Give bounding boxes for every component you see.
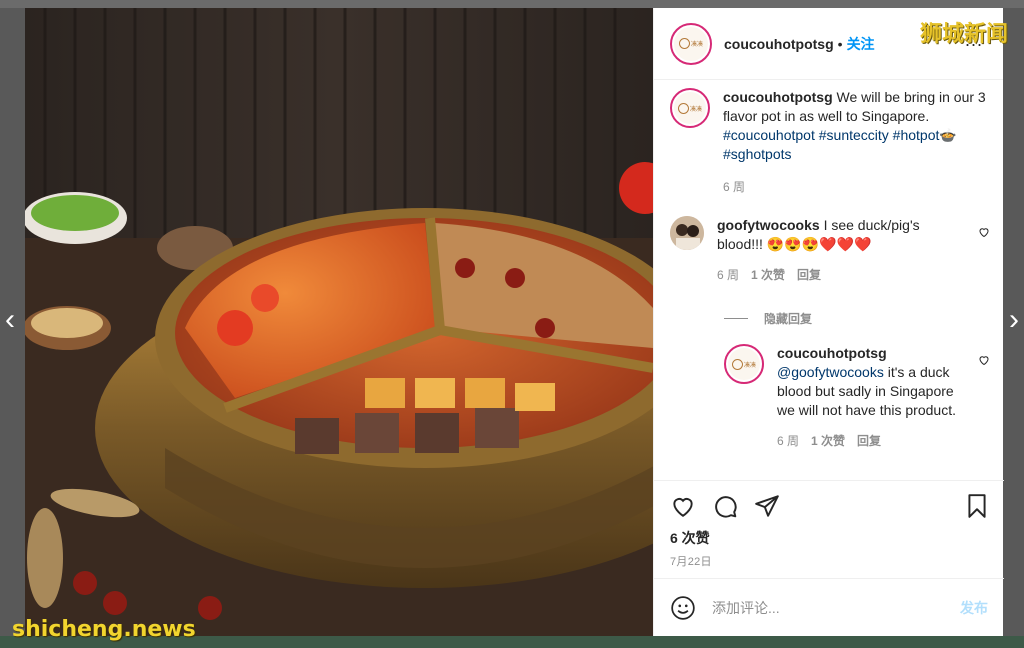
brand-logo-text: 凑凑	[689, 106, 702, 113]
post-date[interactable]: 7月22日	[670, 553, 712, 569]
commenter-avatar[interactable]	[670, 216, 704, 250]
separator-dot: •	[837, 35, 843, 52]
hide-replies-toggle[interactable]: 隐藏回复	[724, 310, 812, 327]
heart-icon[interactable]	[670, 493, 696, 519]
watermark-top: 狮城新闻	[919, 22, 1008, 47]
post-author-username[interactable]: coucouhotpotsg	[724, 36, 834, 52]
hotpot-illustration	[25, 8, 653, 636]
smiley-icon[interactable]	[670, 595, 696, 621]
follow-button[interactable]: 关注	[847, 34, 875, 54]
reply-reply-button[interactable]: 回复	[857, 432, 881, 451]
post-comment-button[interactable]: 发布	[960, 598, 988, 618]
caption-username[interactable]: coucouhotpotsg	[723, 89, 833, 105]
brand-logo-icon	[677, 102, 689, 114]
brand-logo-icon	[678, 38, 690, 49]
comment-item: goofytwocooks I see duck/pig's blood!!! …	[670, 216, 952, 285]
post-caption: 凑凑 coucouhotpotsg We will be bring in ou…	[670, 88, 993, 197]
add-comment-bar: 发布	[654, 578, 1004, 636]
post-photo[interactable]	[25, 8, 653, 636]
hide-replies-label: 隐藏回复	[764, 312, 813, 326]
bookmark-icon[interactable]	[964, 493, 990, 519]
reply-mention[interactable]: @goofytwocooks	[777, 364, 884, 380]
comment-likes[interactable]: 1 次赞	[751, 266, 785, 285]
caption-hashtags[interactable]: #coucouhotpot #sunteccity #hotpot🍲 #sgho…	[723, 127, 957, 162]
previous-post-arrow[interactable]: ‹	[0, 304, 20, 336]
reply-timestamp[interactable]: 6 周	[777, 432, 799, 451]
share-icon[interactable]	[754, 493, 780, 519]
caption-avatar[interactable]: 凑凑	[670, 88, 710, 128]
reply-likes[interactable]: 1 次赞	[811, 432, 845, 451]
reply-avatar[interactable]: 凑凑	[724, 344, 764, 384]
post-actions-bar: 6 次赞 7月22日	[654, 480, 1004, 578]
comment-username[interactable]: goofytwocooks	[717, 217, 820, 233]
post-details-panel: 凑凑 coucouhotpotsg • 关注 ... 凑凑 coucouhotp…	[653, 8, 1004, 636]
like-reply-heart-icon[interactable]	[978, 354, 990, 366]
comments-section[interactable]: 凑凑 coucouhotpotsg We will be bring in ou…	[654, 80, 1004, 480]
commenter-photo-icon	[670, 216, 704, 250]
like-comment-heart-icon[interactable]	[978, 226, 990, 238]
hide-replies-line	[724, 318, 748, 319]
backdrop-top-strip	[0, 0, 1024, 8]
watermark-bottom: shicheng.news	[12, 617, 196, 642]
brand-logo-text: 凑凑	[690, 42, 703, 48]
reply-username[interactable]: coucouhotpotsg	[777, 344, 967, 363]
caption-timestamp[interactable]: 6 周	[723, 178, 745, 197]
next-post-arrow[interactable]: ›	[1004, 304, 1024, 336]
brand-logo-text: 凑凑	[743, 362, 756, 369]
add-comment-input[interactable]	[712, 599, 932, 616]
reply-button[interactable]: 回复	[797, 266, 821, 285]
likes-count[interactable]: 6 次赞	[670, 528, 710, 548]
account-avatar[interactable]: 凑凑	[670, 22, 712, 65]
brand-logo-icon	[731, 358, 743, 370]
comment-icon[interactable]	[712, 493, 738, 519]
reply-item: 凑凑 coucouhotpotsg @goofytwocooks it's a …	[724, 344, 967, 451]
comment-timestamp[interactable]: 6 周	[717, 266, 739, 285]
